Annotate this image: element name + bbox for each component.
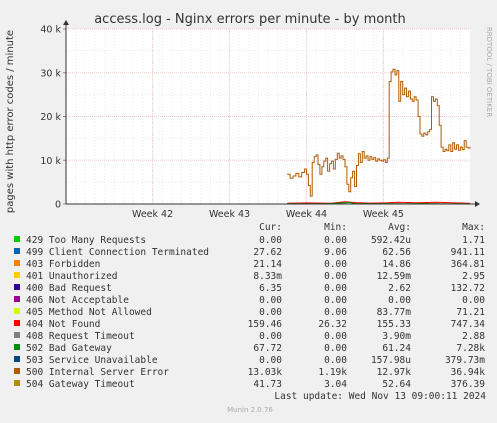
legend-value-avg: 2.62: [388, 283, 411, 294]
legend-swatch: [14, 248, 20, 254]
legend-value-max: 71.21: [456, 307, 485, 318]
legend-value-cur: 41.73: [253, 379, 282, 390]
legend-series-name: 404 Not Found: [26, 319, 100, 330]
legend-value-max: 7.28k: [456, 343, 485, 354]
legend-swatch: [14, 320, 20, 326]
legend-value-max: 747.34: [451, 319, 486, 330]
legend-value-min: 0.00: [324, 283, 347, 294]
x-tick-label: Week 44: [286, 209, 327, 220]
legend-value-min: 0.00: [324, 355, 347, 366]
legend-value-max: 941.11: [451, 247, 486, 258]
legend-value-avg: 0.00: [388, 295, 411, 306]
legend-swatch: [14, 332, 20, 338]
legend-series-name: 499 Client Connection Terminated: [26, 247, 209, 258]
legend-swatch: [14, 272, 20, 278]
legend-value-avg: 61.24: [382, 343, 411, 354]
x-tick-label: Week 43: [209, 209, 250, 220]
legend-series-name: 503 Service Unavailable: [26, 355, 158, 366]
x-tick-label: Week 45: [363, 209, 404, 220]
legend-value-cur: 159.46: [248, 319, 283, 330]
legend-series-name: 500 Internal Server Error: [26, 367, 169, 378]
legend-value-cur: 21.14: [253, 259, 282, 270]
legend-value-min: 0.00: [324, 271, 347, 282]
legend-value-avg: 592.42u: [371, 235, 411, 246]
legend-series-name: 429 Too Many Requests: [26, 235, 146, 246]
legend-series-name: 504 Gateway Timeout: [26, 379, 135, 390]
legend-value-max: 132.72: [451, 283, 485, 294]
legend-swatch: [14, 308, 20, 314]
x-tick-label: Week 42: [132, 209, 173, 220]
legend-series-name: 400 Bad Request: [26, 283, 112, 294]
legend-header-cur: Cur:: [259, 222, 282, 233]
chart-title: access.log - Nginx errors per minute - b…: [94, 12, 406, 27]
last-update: Last update: Wed Nov 13 09:00:11 2024: [274, 391, 486, 402]
y-tick-label: 0: [55, 200, 61, 211]
legend-value-min: 3.04: [324, 379, 347, 390]
legend-value-max: 379.73m: [445, 355, 485, 366]
legend-swatch: [14, 284, 20, 290]
legend-swatch: [14, 296, 20, 302]
legend-value-avg: 3.90m: [382, 331, 411, 342]
legend-value-cur: 67.72: [253, 343, 282, 354]
legend-value-cur: 13.03k: [248, 367, 283, 378]
legend-series-name: 502 Bad Gateway: [26, 343, 112, 354]
legend-series-name: 403 Forbidden: [26, 259, 100, 270]
y-tick-label: 30 k: [40, 68, 61, 79]
legend-swatch: [14, 260, 20, 266]
legend-value-cur: 27.62: [253, 247, 282, 258]
legend-value-avg: 12.59m: [377, 271, 412, 282]
y-tick-label: 20 k: [40, 112, 61, 123]
legend-value-max: 36.94k: [451, 367, 486, 378]
y-axis-label: pages with http error codes / minute: [5, 30, 16, 213]
legend-value-max: 376.39: [451, 379, 486, 390]
legend-swatch: [14, 356, 20, 362]
legend-value-max: 0.00: [462, 295, 485, 306]
legend-value-cur: 0.00: [259, 235, 282, 246]
legend-value-min: 9.06: [324, 247, 347, 258]
legend-value-cur: 6.35: [259, 283, 282, 294]
legend-value-avg: 157.98u: [371, 355, 411, 366]
legend-swatch: [14, 236, 20, 242]
legend-value-max: 1.71: [462, 235, 485, 246]
legend-swatch: [14, 344, 20, 350]
legend-value-min: 0.00: [324, 259, 347, 270]
legend-value-avg: 62.56: [382, 247, 411, 258]
legend-value-avg: 12.97k: [377, 367, 412, 378]
legend-series-name: 401 Unauthorized: [26, 271, 118, 282]
legend-value-avg: 52.64: [382, 379, 411, 390]
legend-value-min: 1.19k: [318, 367, 347, 378]
legend-value-cur: 0.00: [259, 295, 282, 306]
legend-value-max: 364.81: [451, 259, 486, 270]
legend-header-min: Min:: [324, 222, 347, 233]
legend-header-avg: Avg:: [388, 222, 411, 233]
legend-value-min: 0.00: [324, 295, 347, 306]
legend-value-avg: 83.77m: [377, 307, 412, 318]
legend-value-max: 2.88: [462, 331, 485, 342]
chart: 0 10 k 20 k 30 k 40 k Week 42 Week 43 Week 44 We…: [0, 0, 497, 419]
legend-header-max: Max:: [462, 222, 485, 233]
legend-value-cur: 0.00: [259, 307, 282, 318]
chart-svg: 0 10 k 20 k 30 k 40 k Week 42 Week 43 Week 44 We…: [0, 0, 497, 419]
legend-swatch: [14, 368, 20, 374]
y-tick-label: 40 k: [40, 25, 61, 36]
legend-series-name: 405 Method Not Allowed: [26, 307, 152, 318]
legend-value-avg: 14.86: [382, 259, 411, 270]
rrdtool-credit: RRDTOOL / TOBI OETIKER: [485, 27, 493, 117]
y-tick-label: 10 k: [40, 156, 61, 167]
legend-value-cur: 0.00: [259, 331, 282, 342]
legend-value-cur: 0.00: [259, 355, 282, 366]
legend-value-cur: 8.33m: [253, 271, 282, 282]
legend-value-min: 0.00: [324, 235, 347, 246]
legend-series-name: 406 Not Acceptable: [26, 295, 129, 306]
legend-series-name: 408 Request Timeout: [26, 331, 135, 342]
legend-value-avg: 155.33: [377, 319, 411, 330]
legend-value-min: 0.00: [324, 307, 347, 318]
legend-value-min: 26.32: [318, 319, 347, 330]
legend-value-min: 0.00: [324, 343, 347, 354]
munin-footer: Munin 2.0.76: [227, 406, 273, 414]
legend-value-max: 2.95: [462, 271, 485, 282]
legend-swatch: [14, 380, 20, 386]
legend-value-min: 0.00: [324, 331, 347, 342]
